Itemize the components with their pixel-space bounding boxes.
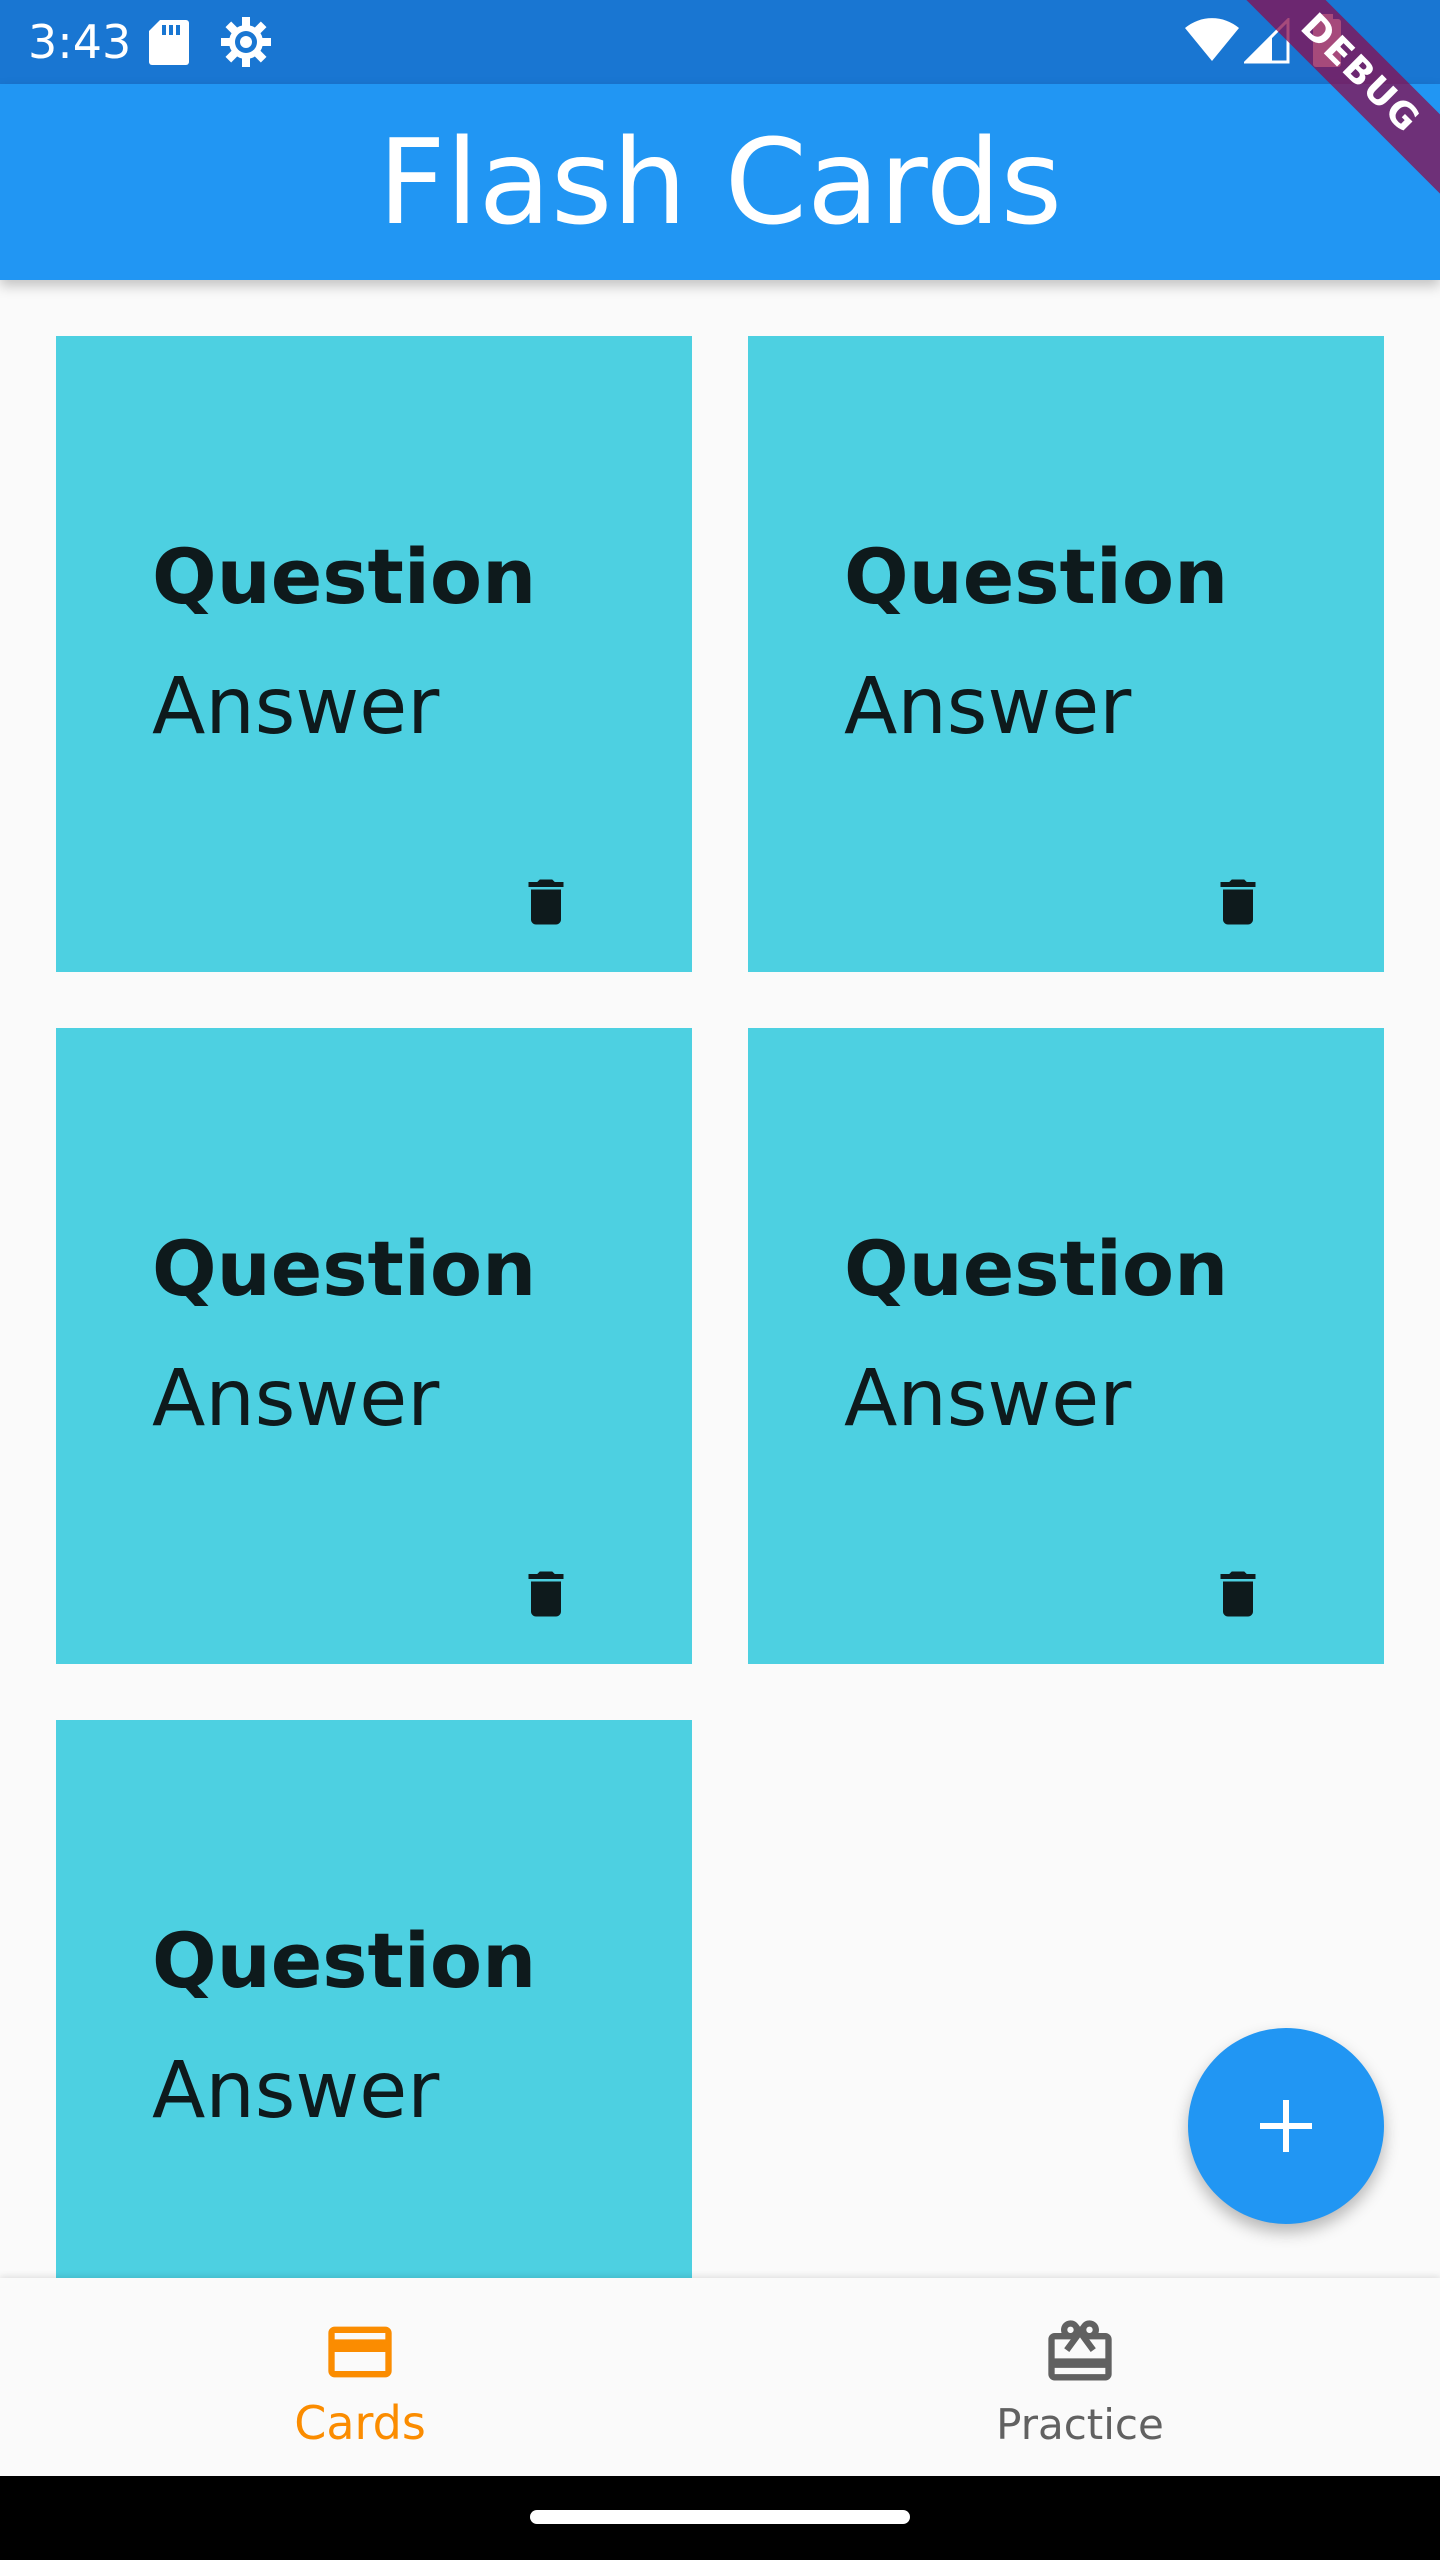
card-question: Question (844, 1224, 1229, 1313)
card-question: Question (152, 1916, 537, 2005)
trash-icon[interactable] (1208, 1564, 1268, 1624)
card-answer: Answer (152, 1354, 440, 1444)
bottom-navigation: Cards Practice (0, 2278, 1440, 2476)
card-question: Question (152, 532, 537, 621)
sd-card-icon (148, 18, 190, 70)
home-gesture-pill[interactable] (530, 2510, 910, 2524)
page-title: Flash Cards (377, 113, 1063, 251)
card-question: Question (844, 532, 1229, 621)
nav-item-practice[interactable]: Practice (720, 2278, 1440, 2476)
system-navigation-bar (0, 2476, 1440, 2560)
screen: 3:43 Flash Cards DEBUG Question Answer Q… (0, 0, 1440, 2560)
settings-gear-icon (220, 16, 272, 72)
status-bar: 3:43 (0, 0, 1440, 84)
card-answer: Answer (844, 662, 1132, 752)
trash-icon[interactable] (516, 1564, 576, 1624)
app-bar: Flash Cards (0, 84, 1440, 280)
trash-icon[interactable] (1208, 872, 1268, 932)
card-answer: Answer (844, 1354, 1132, 1444)
cell-signal-icon (1242, 16, 1290, 68)
trash-icon[interactable] (516, 872, 576, 932)
wifi-icon (1184, 18, 1240, 66)
card-giftcard-icon (1042, 2314, 1118, 2394)
nav-item-cards[interactable]: Cards (0, 2278, 720, 2476)
flash-card[interactable]: Question Answer (748, 336, 1384, 972)
credit-card-icon (322, 2314, 398, 2394)
flash-card[interactable]: Question Answer (56, 1720, 692, 2356)
card-answer: Answer (152, 662, 440, 752)
nav-label-cards: Cards (294, 2396, 426, 2450)
add-card-button[interactable] (1188, 2028, 1384, 2224)
card-answer: Answer (152, 2046, 440, 2136)
flash-card[interactable]: Question Answer (748, 1028, 1384, 1664)
battery-icon (1312, 14, 1342, 72)
nav-label-practice: Practice (996, 2400, 1164, 2449)
flash-card[interactable]: Question Answer (56, 336, 692, 972)
plus-icon (1260, 2100, 1312, 2152)
flash-card[interactable]: Question Answer (56, 1028, 692, 1664)
status-time: 3:43 (28, 15, 132, 69)
card-question: Question (152, 1224, 537, 1313)
